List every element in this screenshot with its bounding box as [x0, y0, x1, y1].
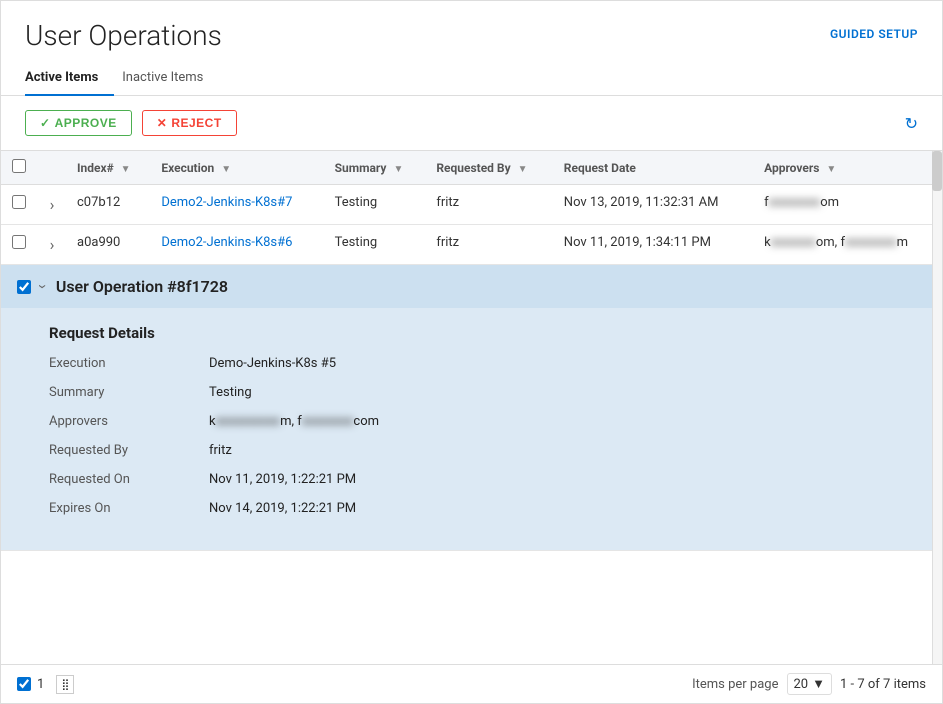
request-details-heading: Request Details [49, 324, 918, 342]
sort-summary-icon[interactable]: ▼ [393, 164, 403, 175]
check-icon [40, 116, 51, 130]
expand-icon [50, 239, 55, 254]
row1-checkbox-cell[interactable] [1, 185, 37, 225]
row1-index: c07b12 [67, 185, 151, 225]
footer-column-icon[interactable]: ⣿ [56, 675, 74, 694]
col-select-all[interactable] [1, 151, 37, 185]
row1-summary: Testing [325, 185, 427, 225]
row2-checkbox-cell[interactable] [1, 225, 37, 265]
expanded-row-title: User Operation #8f1728 [56, 277, 228, 296]
sort-approvers-icon[interactable]: ▼ [826, 164, 836, 175]
detail-requested-on: Requested On Nov 11, 2019, 1:22:21 PM [49, 472, 918, 487]
detail-execution: Execution Demo-Jenkins-K8s #5 [49, 356, 918, 371]
detail-expires-on: Expires On Nov 14, 2019, 1:22:21 PM [49, 501, 918, 516]
sort-requested-by-icon[interactable]: ▼ [518, 164, 528, 175]
tab-inactive-items[interactable]: Inactive Items [122, 60, 219, 95]
sort-execution-icon[interactable]: ▼ [221, 164, 231, 175]
select-all-checkbox[interactable] [12, 159, 26, 173]
tab-active-items[interactable]: Active Items [25, 60, 114, 95]
sort-index-icon[interactable]: ▼ [121, 164, 131, 175]
items-table: Index# ▼ Execution ▼ Summary ▼ Requested… [1, 151, 942, 551]
row1-checkbox[interactable] [12, 195, 26, 209]
row2-requested-by: fritz [426, 225, 553, 265]
row2-request-date: Nov 11, 2019, 1:34:11 PM [554, 225, 754, 265]
col-request-date[interactable]: Request Date [554, 151, 754, 185]
table-row: c07b12 Demo2-Jenkins-K8s#7 Testing fritz… [1, 185, 942, 225]
row2-approvers: kxxxxxxxom, fxxxxxxxxm [754, 225, 942, 265]
guided-setup-link[interactable]: GUIDED SETUP [830, 27, 918, 41]
row2-summary: Testing [325, 225, 427, 265]
col-summary[interactable]: Summary ▼ [325, 151, 427, 185]
expanded-row-checkbox[interactable] [17, 280, 31, 294]
row1-expand[interactable] [37, 185, 67, 225]
scrollbar[interactable] [932, 151, 942, 664]
col-execution[interactable]: Execution ▼ [151, 151, 324, 185]
refresh-icon [905, 114, 918, 133]
row1-request-date: Nov 13, 2019, 11:32:31 AM [554, 185, 754, 225]
footer-selected: 1 ⣿ [17, 675, 74, 694]
row2-index: a0a990 [67, 225, 151, 265]
footer-selected-count: 1 [37, 677, 44, 692]
table-row: a0a990 Demo2-Jenkins-K8s#6 Testing fritz… [1, 225, 942, 265]
expanded-details: Request Details Execution Demo-Jenkins-K… [1, 308, 942, 550]
tabs-bar: Active Items Inactive Items [1, 60, 942, 96]
collapse-icon[interactable] [41, 277, 46, 296]
detail-summary: Summary Testing [49, 385, 918, 400]
approve-button[interactable]: APPROVE [25, 110, 132, 136]
row1-execution[interactable]: Demo2-Jenkins-K8s#7 [151, 185, 324, 225]
table-container: Index# ▼ Execution ▼ Summary ▼ Requested… [1, 150, 942, 664]
expanded-row-cell: User Operation #8f1728 Request Details E… [1, 265, 942, 551]
row1-requested-by: fritz [426, 185, 553, 225]
detail-approvers: Approvers kxxxxxxxxxxm, fxxxxxxxxcom [49, 414, 918, 429]
expand-icon [50, 199, 55, 214]
page-title: User Operations [25, 19, 222, 52]
col-requested-by[interactable]: Requested By ▼ [426, 151, 553, 185]
scroll-thumb[interactable] [932, 151, 942, 191]
footer-right: Items per page 20 ▼ 1 - 7 of 7 items [692, 673, 926, 695]
col-approvers[interactable]: Approvers ▼ [754, 151, 942, 185]
x-icon [157, 116, 168, 130]
row2-execution[interactable]: Demo2-Jenkins-K8s#6 [151, 225, 324, 265]
items-per-page-value: 20 [794, 677, 809, 692]
expanded-row: User Operation #8f1728 Request Details E… [1, 265, 942, 551]
items-per-page-label: Items per page [692, 677, 778, 692]
reject-button[interactable]: REJECT [142, 110, 237, 136]
detail-requested-by: Requested By fritz [49, 443, 918, 458]
footer-checkbox[interactable] [17, 677, 31, 691]
chevron-down-icon: ▼ [812, 676, 825, 692]
row2-expand[interactable] [37, 225, 67, 265]
expanded-row-header: User Operation #8f1728 [1, 265, 942, 308]
total-items-label: 1 - 7 of 7 items [840, 677, 926, 692]
refresh-button[interactable] [905, 114, 918, 133]
row2-checkbox[interactable] [12, 235, 26, 249]
items-per-page-select[interactable]: 20 ▼ [787, 673, 833, 695]
col-index[interactable]: Index# ▼ [67, 151, 151, 185]
row1-approvers: fxxxxxxxxom [754, 185, 942, 225]
footer: 1 ⣿ Items per page 20 ▼ 1 - 7 of 7 items [1, 664, 942, 703]
toolbar: APPROVE REJECT [1, 96, 942, 150]
col-expand [37, 151, 67, 185]
